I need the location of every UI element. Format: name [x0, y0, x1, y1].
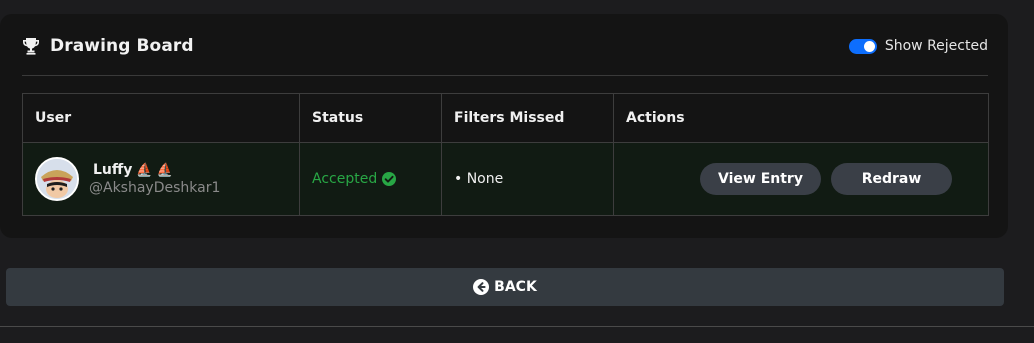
- user-cell: Luffy ⛵ ⛵ @AkshayDeshkar1: [22, 142, 300, 216]
- show-rejected-toggle-wrap[interactable]: Show Rejected: [848, 38, 988, 54]
- card-title: Drawing Board: [50, 36, 194, 56]
- show-rejected-label[interactable]: Show Rejected: [885, 38, 988, 54]
- title-wrap: Drawing Board: [22, 36, 194, 56]
- filters-missed-cell: • None: [441, 142, 614, 216]
- user-handle[interactable]: @AkshayDeshkar1: [89, 180, 220, 196]
- column-header-actions: Actions: [613, 93, 989, 143]
- status-text: Accepted: [312, 171, 378, 187]
- trophy-icon: [23, 38, 39, 55]
- header-divider: [22, 75, 988, 76]
- back-label: BACK: [494, 279, 537, 295]
- drawing-board-card: Drawing Board Show Rejected User Status …: [0, 14, 1008, 238]
- status-cell: Accepted: [299, 142, 442, 216]
- column-header-user: User: [22, 93, 300, 143]
- redraw-button[interactable]: Redraw: [831, 163, 952, 195]
- avatar-image: [37, 159, 77, 199]
- back-button[interactable]: BACK: [6, 268, 1004, 306]
- toggle-knob: [863, 40, 875, 52]
- column-header-status: Status: [299, 93, 442, 143]
- check-circle-icon: [382, 172, 397, 186]
- table-row: Luffy ⛵ ⛵ @AkshayDeshkar1 Accepted • Non…: [22, 142, 989, 216]
- avatar[interactable]: [35, 157, 79, 201]
- view-entry-button[interactable]: View Entry: [700, 163, 821, 195]
- column-header-filters-missed: Filters Missed: [441, 93, 614, 143]
- show-rejected-toggle[interactable]: [848, 38, 877, 54]
- footer-divider: [0, 326, 1034, 327]
- user-name-line: Luffy ⛵ ⛵: [93, 162, 220, 178]
- entries-table: User Status Filters Missed Actions Luffy…: [22, 93, 989, 216]
- sailboat-icon: ⛵: [136, 162, 153, 178]
- table-header-row: User Status Filters Missed Actions: [22, 93, 989, 143]
- card-header: Drawing Board Show Rejected: [22, 36, 988, 58]
- arrow-left-circle-icon: [473, 279, 490, 295]
- user-info: Luffy ⛵ ⛵ @AkshayDeshkar1: [89, 162, 220, 196]
- actions-cell: View Entry Redraw: [613, 142, 989, 216]
- user-name[interactable]: Luffy: [93, 162, 132, 178]
- sailboat-icon: ⛵: [156, 162, 173, 178]
